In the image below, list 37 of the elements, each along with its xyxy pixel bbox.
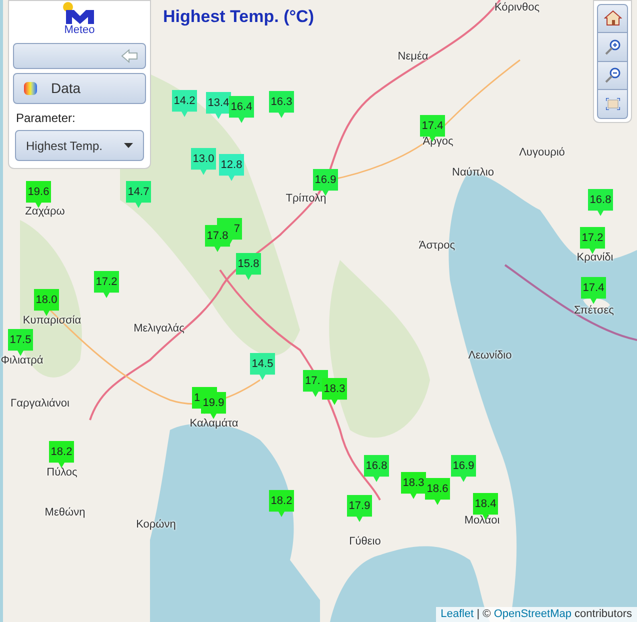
place-label: Πύλος bbox=[46, 466, 78, 480]
place-label: Σπέτσες bbox=[574, 304, 614, 318]
place-label: Κορώνη bbox=[136, 518, 176, 532]
data-button[interactable]: Data bbox=[13, 73, 146, 104]
home-button[interactable] bbox=[597, 4, 628, 33]
title: Highest Temp. (°C) bbox=[163, 6, 314, 28]
zoom-out-button[interactable] bbox=[597, 62, 628, 90]
map-link[interactable]: OpenStreetMap bbox=[494, 608, 572, 620]
place-label: Λυγουριό bbox=[519, 146, 565, 160]
place-label: Φιλιατρά bbox=[0, 354, 44, 368]
place-label: Ναύπλιο bbox=[452, 166, 494, 180]
zoom-in-button[interactable] bbox=[597, 32, 628, 62]
caret-icon bbox=[124, 143, 133, 148]
place-label: Καλαμάτα bbox=[190, 418, 238, 430]
place-label: Νεμέα bbox=[398, 50, 428, 64]
place-label: Ζαχάρω bbox=[25, 206, 65, 218]
place-label: Κόρινθος bbox=[494, 2, 540, 14]
logo-text: Meteo bbox=[64, 24, 95, 37]
zoom-in-icon bbox=[604, 38, 620, 55]
place-label: Γαργαλιάνοι bbox=[10, 398, 70, 410]
zoom-out-icon bbox=[604, 67, 620, 84]
home-icon bbox=[604, 10, 622, 26]
place-label: Κρανίδι bbox=[576, 252, 614, 264]
place-label: Λεωνίδιο bbox=[468, 350, 512, 362]
place-label: Κυπαρισσία bbox=[22, 314, 82, 328]
place-label: Γύθειο bbox=[349, 536, 381, 548]
place-label: Άστρος bbox=[418, 240, 456, 252]
place-label: Μελιγαλάς bbox=[134, 322, 184, 336]
left-arrow-icon bbox=[121, 49, 139, 63]
back-button[interactable] bbox=[13, 43, 146, 69]
full-extent-icon bbox=[606, 98, 620, 110]
color-palette-icon bbox=[24, 82, 37, 95]
attribution: Leaflet | © OpenStreetMap contributors bbox=[436, 607, 637, 622]
place-label: Μεθώνη bbox=[44, 506, 86, 520]
parameter-label: Parameter: bbox=[16, 110, 76, 127]
map-link[interactable]: Leaflet bbox=[440, 608, 474, 620]
parameter-select[interactable]: Highest Temp. bbox=[15, 130, 144, 161]
